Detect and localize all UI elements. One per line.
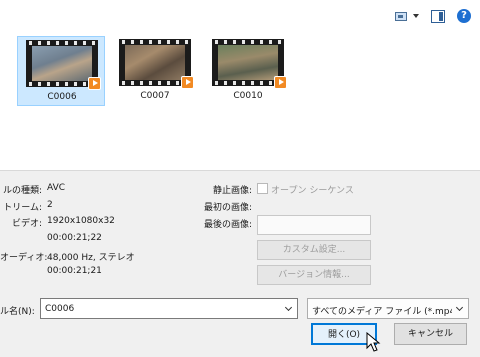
- video-file-icon: [274, 76, 287, 89]
- video-label: ビデオ:: [11, 219, 42, 229]
- help-icon[interactable]: ?: [457, 9, 471, 23]
- chevron-down-icon[interactable]: [413, 14, 419, 18]
- cursor-icon: [366, 332, 381, 352]
- stream-value: 2: [47, 200, 53, 210]
- file-item-c0007[interactable]: C0007: [111, 36, 199, 106]
- chevron-down-icon[interactable]: [455, 303, 464, 313]
- audio-value: 48,000 Hz, ステレオ: [47, 253, 135, 263]
- file-name-label: C0010: [233, 91, 263, 101]
- video-thumbnail: [212, 39, 287, 89]
- file-item-c0010[interactable]: C0010: [204, 36, 292, 106]
- file-name-label: C0006: [47, 92, 77, 102]
- file-name-label: C0007: [140, 91, 170, 101]
- file-name-input[interactable]: [45, 303, 275, 315]
- video-thumbnail: [26, 40, 101, 90]
- file-type-select[interactable]: すべてのメディア ファイル (*.mp4;*.n: [307, 298, 469, 319]
- audio-label: オーディオ:: [0, 253, 48, 263]
- file-name-field[interactable]: [40, 298, 298, 319]
- still-image-label: 静止画像:: [212, 186, 252, 196]
- file-list-pane: ? C0006 C0007 C0010: [0, 0, 480, 171]
- cancel-button[interactable]: キャンセル: [394, 323, 467, 345]
- custom-settings-button[interactable]: カスタム設定...: [257, 240, 371, 260]
- last-image-field[interactable]: [257, 215, 371, 235]
- toolbar: ?: [393, 9, 471, 23]
- video-resolution: 1920x1080x32: [47, 216, 115, 226]
- last-image-label: 最後の画像:: [203, 220, 252, 230]
- video-duration: 00:00:21;22: [47, 233, 102, 243]
- version-info-button[interactable]: バージョン情報...: [257, 265, 371, 285]
- first-image-label: 最初の画像:: [203, 203, 252, 213]
- open-sequence-checkbox[interactable]: [257, 183, 268, 194]
- stream-label: トリーム:: [3, 203, 42, 213]
- audio-duration: 00:00:21;21: [47, 266, 102, 276]
- file-type-value: すべてのメディア ファイル (*.mp4;*.n: [312, 307, 452, 317]
- chevron-down-icon[interactable]: [284, 303, 293, 313]
- file-item-c0006[interactable]: C0006: [17, 36, 105, 106]
- video-file-icon: [181, 76, 194, 89]
- type-label: ルの種類:: [2, 186, 42, 196]
- type-value: AVC: [47, 183, 66, 193]
- preview-pane-icon[interactable]: [431, 9, 445, 23]
- file-name-label: ル名(N):: [0, 307, 35, 317]
- video-thumbnail: [119, 39, 194, 89]
- view-options-icon[interactable]: [393, 9, 409, 23]
- video-file-icon: [88, 77, 101, 90]
- open-sequence-label: オープン シーケンス: [271, 186, 354, 196]
